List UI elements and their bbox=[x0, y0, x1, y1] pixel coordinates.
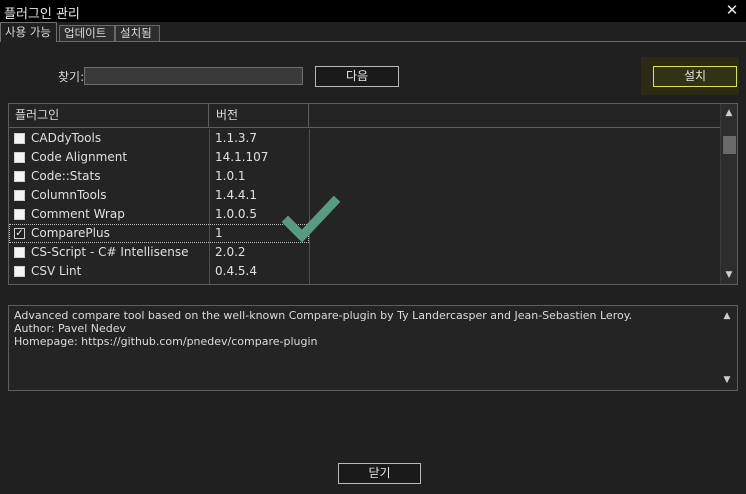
plugin-name: ComparePlus bbox=[31, 226, 110, 240]
scrollbar-thumb[interactable] bbox=[723, 136, 736, 154]
plugin-row[interactable]: CS-Script - C# Intellisense 2.0.2 bbox=[9, 243, 309, 262]
list-header: 플러그인 버전 bbox=[9, 104, 721, 128]
plugin-row-selected[interactable]: ✓ ComparePlus 1 bbox=[9, 224, 309, 243]
plugin-checkbox[interactable] bbox=[14, 209, 25, 220]
plugin-checkbox[interactable] bbox=[14, 152, 25, 163]
plugin-row[interactable]: Code Alignment 14.1.107 bbox=[9, 148, 309, 167]
plugin-version: 0.4.5.4 bbox=[215, 264, 257, 278]
plugin-row[interactable]: Code::Stats 1.0.1 bbox=[9, 167, 309, 186]
description-homepage: Homepage: https://github.com/pnedev/comp… bbox=[14, 335, 318, 348]
plugin-checkbox[interactable] bbox=[14, 171, 25, 182]
chevron-up-icon[interactable]: ▲ bbox=[721, 106, 737, 120]
plugin-row[interactable]: Comment Wrap 1.0.0.5 bbox=[9, 205, 309, 224]
plugin-row[interactable]: ColumnTools 1.4.4.1 bbox=[9, 186, 309, 205]
tab-updates[interactable]: 업데이트 bbox=[59, 25, 115, 42]
plugin-name: Code::Stats bbox=[31, 169, 101, 183]
checkmark-icon bbox=[282, 196, 340, 243]
description-text: Advanced compare tool based on the well-… bbox=[14, 309, 633, 322]
description-box[interactable]: Advanced compare tool based on the well-… bbox=[8, 305, 738, 391]
plugin-checkbox[interactable] bbox=[14, 133, 25, 144]
next-button[interactable]: 다음 bbox=[315, 66, 399, 87]
plugin-name: CADdyTools bbox=[31, 131, 102, 145]
plugin-checkbox[interactable] bbox=[14, 190, 25, 201]
window-title: 플러그인 관리 bbox=[4, 7, 80, 22]
plugin-name: ColumnTools bbox=[31, 188, 107, 202]
column-header-plugin[interactable]: 플러그인 bbox=[9, 104, 209, 128]
search-label: 찾기: bbox=[58, 70, 85, 84]
plugin-name: CSV Lint bbox=[31, 264, 82, 278]
plugin-version: 1.0.1 bbox=[215, 169, 246, 183]
plugin-version: 14.1.107 bbox=[215, 150, 269, 164]
close-button[interactable]: 닫기 bbox=[338, 463, 421, 484]
tab-divider bbox=[56, 41, 746, 42]
chevron-down-icon[interactable]: ▼ bbox=[721, 374, 733, 386]
plugin-version: 2.0.2 bbox=[215, 245, 246, 259]
chevron-up-icon[interactable]: ▲ bbox=[721, 310, 733, 322]
plugin-name: Code Alignment bbox=[31, 150, 128, 164]
plugin-version: 1.1.3.7 bbox=[215, 131, 257, 145]
tab-bar: 사용 가능 업데이트 설치됨 bbox=[0, 22, 746, 42]
plugin-checkbox[interactable] bbox=[14, 247, 25, 258]
tab-available[interactable]: 사용 가능 bbox=[0, 22, 57, 42]
title-bar: 플러그인 관리 ✕ bbox=[0, 0, 746, 22]
plugin-list[interactable]: 플러그인 버전 CADdyTools 1.1.3.7 Code Alignmen… bbox=[8, 103, 738, 285]
plugin-row[interactable]: CADdyTools 1.1.3.7 bbox=[9, 129, 309, 148]
search-input[interactable] bbox=[84, 67, 303, 85]
description-author: Author: Pavel Nedev bbox=[14, 322, 127, 335]
chevron-down-icon[interactable]: ▼ bbox=[721, 268, 737, 282]
list-body: CADdyTools 1.1.3.7 Code Alignment 14.1.1… bbox=[9, 129, 721, 284]
plugin-row[interactable]: CSV Lint 0.4.5.4 bbox=[9, 262, 309, 281]
list-scrollbar[interactable]: ▲ ▼ bbox=[720, 104, 737, 284]
plugin-checkbox[interactable] bbox=[14, 266, 25, 277]
install-button[interactable]: 설치 bbox=[653, 66, 737, 87]
tab-installed[interactable]: 설치됨 bbox=[115, 25, 160, 42]
plugin-checkbox-checked[interactable]: ✓ bbox=[14, 228, 25, 239]
column-header-version[interactable]: 버전 bbox=[209, 104, 309, 128]
plugin-name: CS-Script - C# Intellisense bbox=[31, 245, 189, 259]
close-icon[interactable]: ✕ bbox=[724, 1, 740, 19]
plugin-name: Comment Wrap bbox=[31, 207, 125, 221]
